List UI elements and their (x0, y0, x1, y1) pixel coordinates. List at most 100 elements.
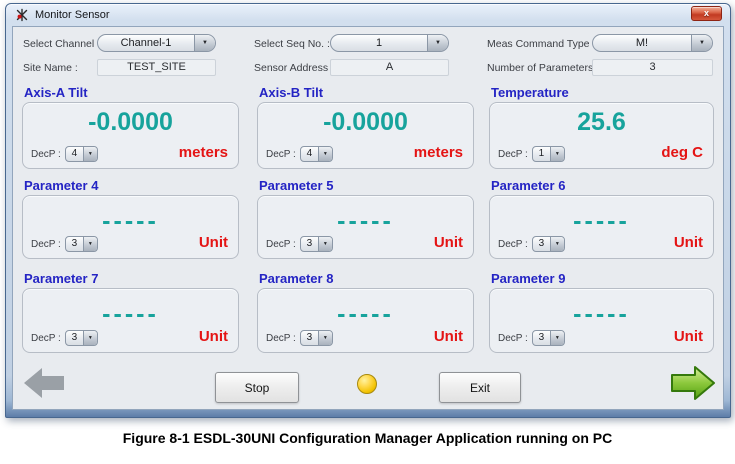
panel-value: ----- (573, 300, 630, 328)
dec-value: 1 (538, 148, 545, 159)
chevron-down-icon: ▼ (82, 237, 97, 251)
panel-value: 25.6 (577, 108, 626, 136)
panel-title: Temperature (491, 85, 569, 100)
panel-value: ----- (102, 207, 159, 235)
panel-title: Axis-A Tilt (24, 85, 88, 100)
panel-value: ----- (102, 300, 159, 328)
panel-title: Parameter 6 (491, 178, 566, 193)
select-seq-dropdown[interactable]: 1 ▼ (330, 34, 449, 52)
panel-unit: Unit (433, 234, 463, 251)
panel-parameter-7: Parameter 7 ----- DecP : 3 ▼ Unit (22, 271, 239, 353)
window-title: Monitor Sensor (35, 9, 110, 21)
exit-button[interactable]: Exit (439, 372, 521, 403)
next-arrow-button[interactable] (670, 364, 716, 407)
dec-dropdown[interactable]: 3 ▼ (64, 236, 98, 252)
chevron-down-icon: ▼ (82, 147, 97, 161)
dec-dropdown[interactable]: 4 ▼ (299, 146, 333, 162)
meas-command-value: M! (635, 37, 649, 49)
panel-box: -0.0000 DecP : 4 ▼ meters (22, 102, 239, 169)
panel-unit: Unit (673, 328, 703, 345)
dec-label: DecP : (498, 332, 528, 344)
select-seq-value: 1 (375, 37, 383, 49)
panel-temperature: Temperature 25.6 DecP : 1 ▼ deg C (489, 85, 714, 169)
dec-label: DecP : (266, 332, 296, 344)
figure-caption: Figure 8-1 ESDL-30UNI Configuration Mana… (122, 430, 613, 446)
chevron-down-icon: ▼ (194, 35, 215, 51)
panel-box: ----- DecP : 3 ▼ Unit (22, 288, 239, 353)
stop-button[interactable]: Stop (215, 372, 299, 403)
site-name-field: TEST_SITE (97, 59, 216, 76)
panel-box: ----- DecP : 3 ▼ Unit (489, 195, 714, 259)
dec-value: 3 (538, 332, 545, 343)
dec-value: 3 (306, 238, 313, 249)
dec-dropdown[interactable]: 3 ▼ (299, 236, 333, 252)
dec-dropdown[interactable]: 1 ▼ (531, 146, 565, 162)
select-channel-dropdown[interactable]: Channel-1 ▼ (97, 34, 216, 52)
client-area: Select Channel : Channel-1 ▼ Select Seq … (12, 26, 724, 410)
chevron-down-icon: ▼ (691, 35, 712, 51)
panel-title: Parameter 5 (259, 178, 334, 193)
app-icon (15, 8, 29, 22)
site-name-label: Site Name : (23, 62, 78, 74)
chevron-down-icon: ▼ (549, 147, 564, 161)
dec-dropdown[interactable]: 3 ▼ (299, 330, 333, 346)
panel-unit: meters (178, 144, 228, 161)
dec-label: DecP : (31, 148, 61, 160)
dec-value: 4 (306, 148, 313, 159)
panel-unit: Unit (433, 328, 463, 345)
panel-parameter-5: Parameter 5 ----- DecP : 3 ▼ Unit (257, 178, 474, 259)
panel-value: -0.0000 (323, 108, 408, 136)
dec-label: DecP : (266, 148, 296, 160)
dec-dropdown[interactable]: 4 ▼ (64, 146, 98, 162)
panel-unit: Unit (198, 328, 228, 345)
panel-value: -0.0000 (88, 108, 173, 136)
chevron-down-icon: ▼ (317, 331, 332, 345)
panel-title: Parameter 9 (491, 271, 566, 286)
dec-label: DecP : (31, 238, 61, 250)
meas-command-label: Meas Command Type : (487, 38, 596, 50)
select-seq-label: Select Seq No. : (254, 38, 330, 50)
panel-title: Axis-B Tilt (259, 85, 324, 100)
dec-value: 3 (538, 238, 545, 249)
panel-value: ----- (573, 207, 630, 235)
dec-label: DecP : (498, 238, 528, 250)
status-led-indicator (357, 374, 377, 394)
panel-box: 25.6 DecP : 1 ▼ deg C (489, 102, 714, 169)
select-channel-label: Select Channel : (23, 38, 101, 50)
panel-unit: meters (413, 144, 463, 161)
dec-dropdown[interactable]: 3 ▼ (531, 330, 565, 346)
meas-command-dropdown[interactable]: M! ▼ (592, 34, 713, 52)
dec-value: 3 (306, 332, 313, 343)
panel-box: ----- DecP : 3 ▼ Unit (489, 288, 714, 353)
dec-dropdown[interactable]: 3 ▼ (64, 330, 98, 346)
panel-unit: Unit (673, 234, 703, 251)
panel-box: -0.0000 DecP : 4 ▼ meters (257, 102, 474, 169)
panel-value: ----- (337, 207, 394, 235)
chevron-down-icon: ▼ (82, 331, 97, 345)
panel-parameter-4: Parameter 4 ----- DecP : 3 ▼ Unit (22, 178, 239, 259)
chevron-down-icon: ▼ (549, 331, 564, 345)
panel-axis-b-tilt: Axis-B Tilt -0.0000 DecP : 4 ▼ meters (257, 85, 474, 169)
dec-label: DecP : (31, 332, 61, 344)
num-params-label: Number of Parameters : (487, 62, 600, 74)
dec-value: 3 (71, 238, 78, 249)
sensor-address-field: A (330, 59, 449, 76)
previous-arrow-button[interactable] (22, 366, 66, 405)
panel-unit: deg C (661, 144, 703, 161)
panel-box: ----- DecP : 3 ▼ Unit (257, 195, 474, 259)
close-button[interactable]: x (691, 6, 722, 21)
panel-title: Parameter 8 (259, 271, 334, 286)
num-params-field: 3 (592, 59, 713, 76)
panel-parameter-9: Parameter 9 ----- DecP : 3 ▼ Unit (489, 271, 714, 353)
panel-box: ----- DecP : 3 ▼ Unit (257, 288, 474, 353)
dec-value: 4 (71, 148, 78, 159)
dec-label: DecP : (498, 148, 528, 160)
panel-parameter-8: Parameter 8 ----- DecP : 3 ▼ Unit (257, 271, 474, 353)
dec-label: DecP : (266, 238, 296, 250)
panel-parameter-6: Parameter 6 ----- DecP : 3 ▼ Unit (489, 178, 714, 259)
monitor-sensor-window: Monitor Sensor x Select Channel : Channe… (5, 3, 731, 418)
dec-dropdown[interactable]: 3 ▼ (531, 236, 565, 252)
sensor-address-label: Sensor Address : (254, 62, 334, 74)
panel-axis-a-tilt: Axis-A Tilt -0.0000 DecP : 4 ▼ meters (22, 85, 239, 169)
panel-unit: Unit (198, 234, 228, 251)
